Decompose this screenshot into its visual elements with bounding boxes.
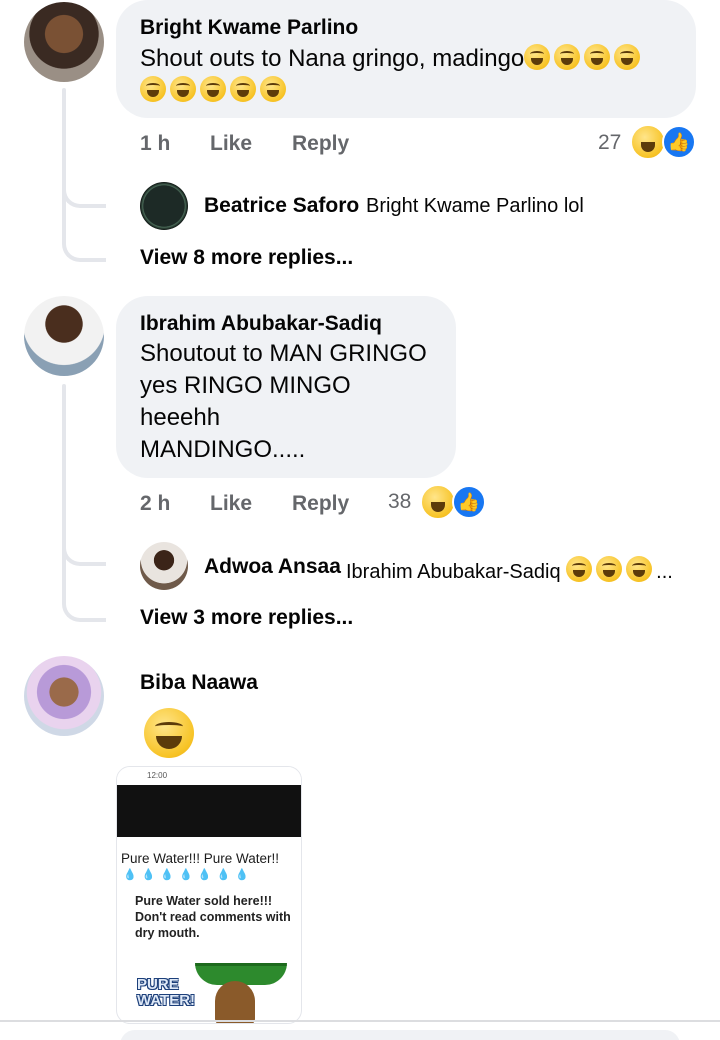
thread-connector bbox=[62, 200, 106, 262]
view-more-replies-link[interactable]: View 3 more replies... bbox=[140, 606, 353, 630]
reply-text-mention: Ibrahim Abubakar-Sadiq bbox=[346, 561, 561, 583]
comment-bubble: Ibrahim Abubakar-Sadiq Shoutout to MAN G… bbox=[116, 296, 456, 478]
laughing-emoji-icon bbox=[554, 44, 581, 70]
reply-text: Bright Kwame Parlino lol bbox=[366, 195, 584, 217]
comment-text-line: heeehh bbox=[140, 404, 221, 431]
comment-text-line: yes RINGO MINGO bbox=[140, 372, 351, 399]
avatar-biba-naawa[interactable] bbox=[24, 656, 104, 736]
laughing-emoji-icon bbox=[230, 76, 256, 102]
comment-author[interactable]: Bright Kwame Parlino bbox=[140, 16, 358, 40]
comment-composer[interactable] bbox=[120, 1030, 680, 1040]
thread-connector bbox=[62, 560, 106, 622]
laughing-emoji-icon bbox=[614, 44, 641, 70]
reply-button[interactable]: Reply bbox=[292, 132, 349, 156]
pure-water-logo: PURE WATER! bbox=[137, 977, 195, 1009]
attachment-title: Pure Water!!! Pure Water!! bbox=[121, 851, 280, 866]
view-more-replies-link[interactable]: View 8 more replies... bbox=[140, 246, 353, 270]
laughing-emoji-icon bbox=[626, 556, 653, 582]
comment-text-line: MANDINGO..... bbox=[140, 436, 306, 463]
screenshot-header bbox=[117, 785, 301, 837]
image-attachment[interactable]: 12:00 Pure Water!!! Pure Water!! 💧💧💧💧💧💧💧… bbox=[116, 766, 302, 1024]
water-drops-icon: 💧💧💧💧💧💧💧 bbox=[123, 869, 254, 881]
comment-author[interactable]: Ibrahim Abubakar-Sadiq bbox=[140, 312, 382, 336]
like-button[interactable]: Like bbox=[210, 492, 252, 516]
avatar-beatrice-saforo[interactable] bbox=[140, 182, 188, 230]
comment-author[interactable]: Biba Naawa bbox=[140, 671, 258, 695]
laughing-emoji-icon bbox=[524, 44, 551, 70]
haha-reaction-icon[interactable] bbox=[630, 124, 666, 160]
comment-text: Shout outs to Nana gringo, madingo bbox=[140, 43, 680, 107]
attachment-body: Pure Water sold here!!! Don't read comme… bbox=[135, 894, 291, 940]
laughing-emoji-icon bbox=[260, 76, 286, 102]
laughing-emoji-icon bbox=[596, 556, 623, 582]
laughing-emoji-icon bbox=[584, 44, 611, 70]
vendor-illustration bbox=[215, 981, 255, 1023]
reply-author[interactable]: Adwoa Ansaa bbox=[204, 555, 341, 579]
thread-connector bbox=[62, 508, 106, 566]
avatar-adwoa-ansaa[interactable] bbox=[140, 542, 188, 590]
like-reaction-icon[interactable]: 👍 bbox=[662, 125, 696, 159]
comment-bubble: Bright Kwame Parlino Shout outs to Nana … bbox=[116, 0, 696, 118]
reaction-count[interactable]: 27 bbox=[598, 131, 621, 155]
status-time: 12:00 bbox=[147, 771, 168, 780]
reply-button[interactable]: Reply bbox=[292, 492, 349, 516]
comment-time[interactable]: 2 h bbox=[140, 492, 170, 516]
comment-text: Shoutout to MAN GRINGO yes RINGO MINGO h… bbox=[140, 338, 450, 466]
laughing-emoji-icon bbox=[200, 76, 226, 102]
reply-text: Ibrahim Abubakar-Sadiq ... bbox=[346, 556, 673, 584]
haha-reaction-icon[interactable] bbox=[420, 484, 456, 520]
reply-author[interactable]: Beatrice Saforo bbox=[204, 194, 359, 218]
reaction-count[interactable]: 38 bbox=[388, 490, 411, 514]
like-reaction-icon[interactable]: 👍 bbox=[452, 485, 486, 519]
laughing-emoji-icon bbox=[170, 76, 196, 102]
grinning-emoji-icon bbox=[144, 708, 194, 758]
screenshot-status-bar: 12:00 bbox=[117, 767, 301, 785]
reply-text-ellipsis: ... bbox=[656, 561, 673, 583]
avatar-ibrahim-abubakar-sadiq[interactable] bbox=[24, 296, 104, 376]
logo-line: PURE bbox=[137, 976, 179, 993]
logo-line: WATER! bbox=[137, 992, 196, 1009]
comment-text-line: Shoutout to MAN GRINGO bbox=[140, 340, 427, 367]
comment-time[interactable]: 1 h bbox=[140, 132, 170, 156]
like-button[interactable]: Like bbox=[210, 132, 252, 156]
avatar-bright-kwame-parlino[interactable] bbox=[24, 2, 104, 82]
laughing-emoji-icon bbox=[566, 556, 593, 582]
comment-text-line: Shout outs to Nana gringo, madingo bbox=[140, 45, 525, 72]
laughing-emoji-icon bbox=[140, 76, 166, 102]
composer-divider bbox=[0, 1020, 720, 1022]
